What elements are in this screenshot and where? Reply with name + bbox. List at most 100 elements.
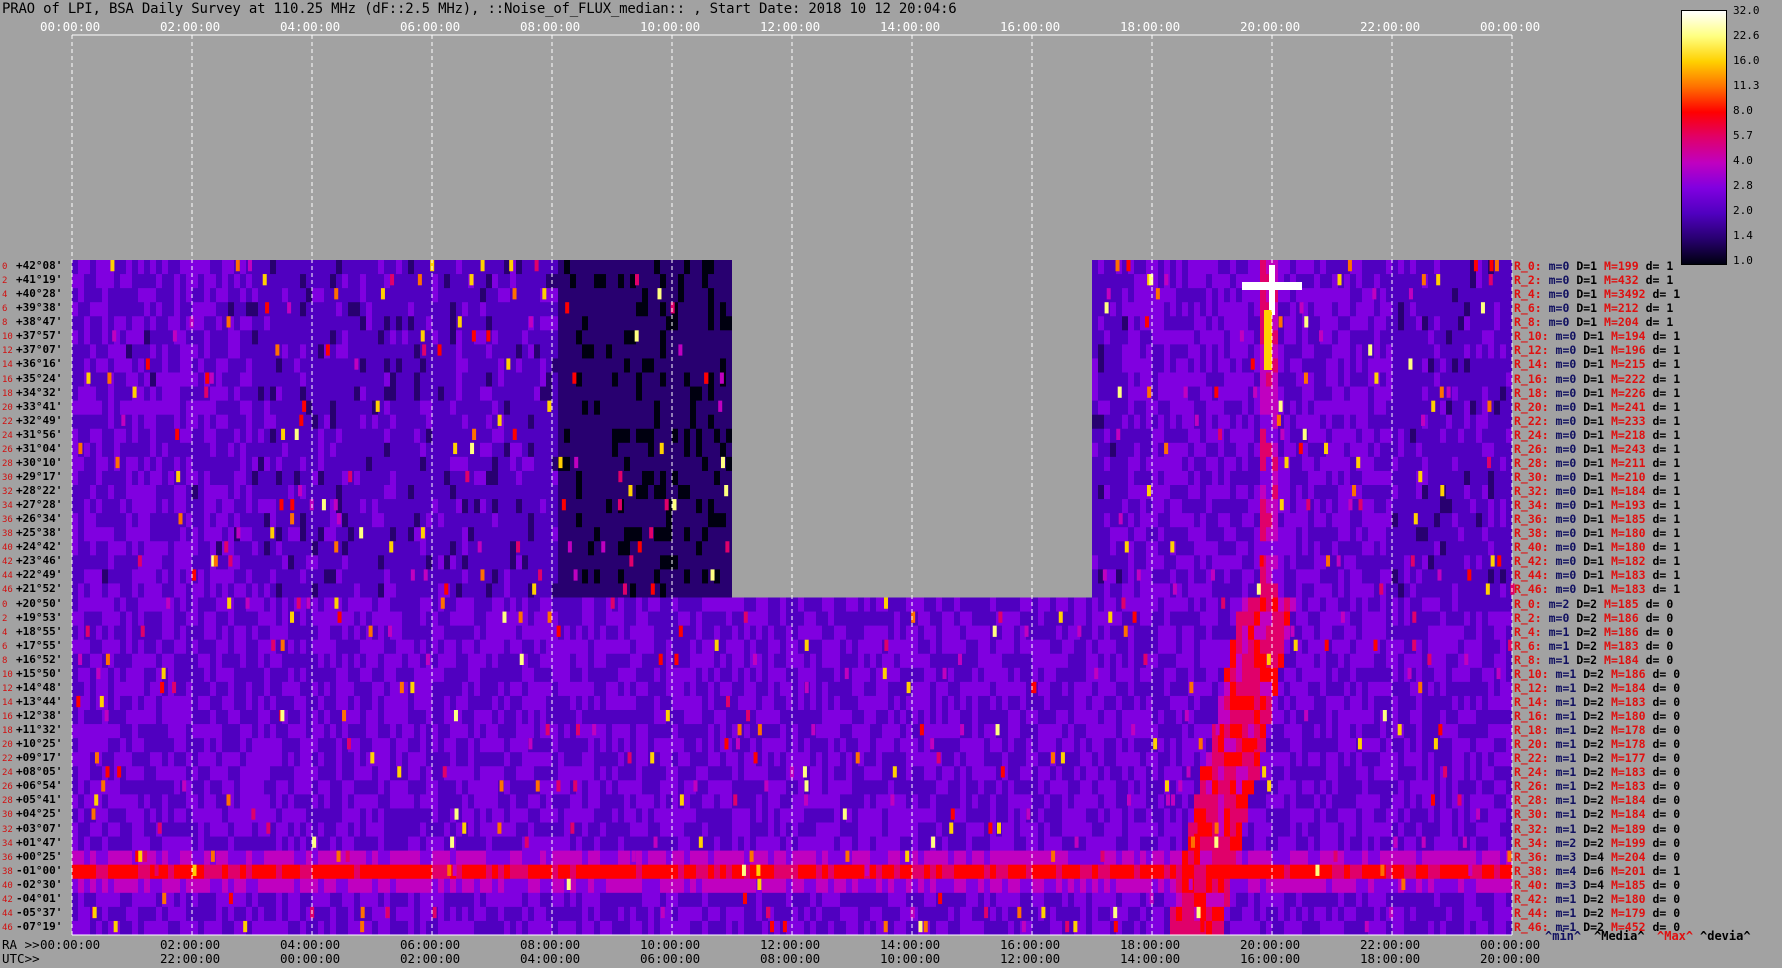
heatmap-cell bbox=[744, 597, 750, 613]
heatmap-cell bbox=[1230, 372, 1236, 388]
heatmap-cell bbox=[390, 372, 396, 388]
heatmap-cell bbox=[1146, 583, 1152, 598]
heatmap-cell bbox=[1500, 302, 1506, 317]
heatmap-cell bbox=[540, 555, 546, 570]
heatmap-cell bbox=[1392, 513, 1398, 528]
heatmap-cell bbox=[408, 625, 414, 641]
heatmap-cell bbox=[174, 288, 180, 303]
heatmap-cell bbox=[456, 274, 462, 289]
heatmap-cell bbox=[1218, 316, 1224, 331]
heatmap-cell bbox=[1146, 344, 1152, 359]
heatmap-cell bbox=[216, 344, 222, 359]
heatmap-cell bbox=[90, 400, 96, 416]
heatmap-cell bbox=[1092, 597, 1098, 613]
heatmap-cell bbox=[582, 625, 588, 641]
heatmap-cell bbox=[1410, 372, 1416, 388]
heatmap-cell bbox=[90, 428, 96, 444]
heatmap-cell bbox=[450, 288, 456, 303]
heatmap-cell bbox=[222, 611, 228, 627]
heatmap-cell bbox=[1356, 274, 1362, 289]
heatmap-cell bbox=[1350, 527, 1356, 542]
heatmap-cell bbox=[1368, 316, 1374, 331]
heatmap-cell bbox=[1152, 316, 1158, 331]
heatmap-cell bbox=[1206, 414, 1212, 430]
heatmap-cell bbox=[132, 288, 138, 303]
heatmap-cell bbox=[360, 470, 366, 486]
heatmap-cell bbox=[1290, 541, 1296, 556]
heatmap-cell bbox=[1188, 288, 1194, 303]
heatmap-cell bbox=[1212, 499, 1218, 514]
heatmap-cell bbox=[564, 611, 570, 627]
heatmap-cell bbox=[72, 569, 78, 584]
heatmap-cell bbox=[642, 302, 648, 317]
heatmap-cell bbox=[696, 316, 702, 331]
heatmap-cell bbox=[492, 288, 498, 303]
heatmap-cell bbox=[150, 555, 156, 570]
heatmap-cell bbox=[390, 316, 396, 331]
heatmap-cell bbox=[396, 583, 402, 598]
heatmap-cell bbox=[1290, 344, 1296, 359]
heatmap-cell bbox=[528, 274, 534, 289]
heatmap-cell bbox=[360, 583, 366, 598]
heatmap-cell bbox=[402, 288, 408, 303]
heatmap-cell bbox=[1344, 456, 1350, 472]
heatmap-cell bbox=[324, 386, 330, 402]
heatmap-cell bbox=[1476, 513, 1482, 528]
heatmap-cell bbox=[102, 555, 108, 570]
heatmap-cell bbox=[354, 541, 360, 556]
heatmap-cell bbox=[366, 428, 372, 444]
heatmap-cell bbox=[384, 583, 390, 598]
heatmap-cell bbox=[1206, 555, 1212, 570]
heatmap-cell bbox=[246, 316, 252, 331]
heatmap-cell bbox=[312, 260, 318, 275]
heatmap-cell bbox=[378, 260, 384, 275]
heatmap-cell bbox=[1158, 414, 1164, 430]
heatmap-cell bbox=[444, 470, 450, 486]
heatmap-cell bbox=[654, 470, 660, 486]
heatmap-cell bbox=[1344, 428, 1350, 444]
heatmap-cell bbox=[1092, 456, 1098, 472]
heatmap-cell bbox=[1182, 541, 1188, 556]
heatmap-cell bbox=[306, 485, 312, 500]
heatmap-cell bbox=[546, 414, 552, 430]
heatmap-cell bbox=[648, 485, 654, 500]
heatmap-cell bbox=[390, 527, 396, 542]
heatmap-cell bbox=[342, 513, 348, 528]
heatmap-cell bbox=[1158, 597, 1164, 613]
heatmap-cell bbox=[90, 302, 96, 317]
heatmap-cell bbox=[1440, 513, 1446, 528]
heatmap-cell bbox=[558, 274, 564, 289]
heatmap-cell bbox=[1362, 330, 1368, 345]
heatmap-cell bbox=[336, 344, 342, 359]
heatmap-cell bbox=[498, 442, 504, 458]
heatmap-cell bbox=[534, 470, 540, 486]
heatmap-cell bbox=[810, 625, 816, 641]
heatmap-cell bbox=[1188, 597, 1194, 613]
heatmap-cell bbox=[672, 597, 678, 613]
heatmap-cell bbox=[72, 527, 78, 542]
heatmap-cell bbox=[102, 344, 108, 359]
heatmap-cell bbox=[504, 302, 510, 317]
heatmap-cell bbox=[534, 372, 540, 388]
heatmap-cell bbox=[1092, 555, 1098, 570]
heatmap-cell bbox=[222, 358, 228, 373]
heatmap-cell bbox=[84, 316, 90, 331]
heatmap-cell bbox=[1278, 456, 1284, 472]
heatmap-cell bbox=[1452, 597, 1458, 613]
heatmap-cell bbox=[240, 316, 246, 331]
heatmap-cell bbox=[684, 611, 690, 627]
heatmap-cell bbox=[462, 527, 468, 542]
heatmap-cell bbox=[192, 414, 198, 430]
heatmap-cell bbox=[192, 260, 198, 275]
heatmap-cell bbox=[630, 597, 636, 613]
heatmap-cell bbox=[594, 569, 600, 584]
heatmap-cell bbox=[1404, 611, 1410, 627]
heatmap-cell bbox=[126, 625, 132, 641]
heatmap-cell bbox=[1146, 569, 1152, 584]
heatmap-cell bbox=[696, 372, 702, 388]
heatmap-cell bbox=[1392, 330, 1398, 345]
heatmap-cell bbox=[1266, 597, 1272, 613]
heatmap-cell bbox=[312, 485, 318, 500]
heatmap-cell bbox=[450, 428, 456, 444]
heatmap-cell bbox=[1206, 428, 1212, 444]
